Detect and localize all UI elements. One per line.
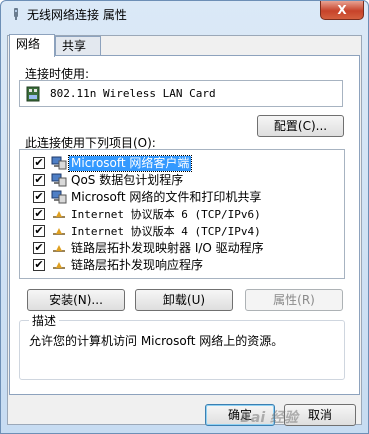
properties-window: 无线网络连接 属性 X 网络 共享 连接时使用: 802.11n Wireles… — [0, 0, 369, 434]
description-title: 描述 — [29, 312, 60, 329]
qos-scheduler-icon — [51, 173, 67, 187]
item-checkbox[interactable]: ✔ — [33, 242, 45, 254]
list-item[interactable]: ✔ Microsoft 网络的文件和打印机共享 — [20, 189, 344, 206]
description-group — [19, 320, 345, 380]
description-text: 允许您的计算机访问 Microsoft 网络上的资源。 — [29, 334, 284, 348]
item-checkbox[interactable]: ✔ — [33, 191, 45, 203]
close-button[interactable]: X — [320, 1, 364, 20]
item-checkbox[interactable]: ✔ — [33, 225, 45, 237]
item-label: Internet 协议版本 6 (TCP/IPv6) — [71, 208, 261, 221]
item-label: Internet 协议版本 4 (TCP/IPv4) — [71, 225, 261, 238]
item-label: Microsoft 网络的文件和打印机共享 — [71, 190, 262, 204]
tab-sharing[interactable]: 共享 — [55, 36, 101, 56]
adapter-icon — [26, 86, 40, 102]
title-bar[interactable]: 无线网络连接 属性 X — [1, 1, 368, 27]
adapter-name: 802.11n Wireless LAN Card — [50, 87, 216, 100]
list-item[interactable]: ✔ Internet 协议版本 4 (TCP/IPv4) — [20, 223, 344, 240]
item-label: Microsoft 网络客户端 — [67, 155, 193, 172]
install-button[interactable]: 安装(N)... — [27, 289, 125, 311]
properties-button[interactable]: 属性(R) — [245, 289, 343, 311]
protocol-icon — [53, 262, 65, 269]
item-label: QoS 数据包计划程序 — [71, 173, 184, 187]
item-checkbox[interactable]: ✔ — [33, 157, 45, 169]
item-label: 链路层拓扑发现映射器 I/O 驱动程序 — [71, 241, 264, 255]
adapter-field: 802.11n Wireless LAN Card — [19, 80, 343, 107]
uninstall-button[interactable]: 卸载(U) — [135, 289, 233, 311]
protocol-icon — [53, 228, 65, 235]
list-item[interactable]: ✔ Microsoft 网络客户端 — [20, 155, 344, 172]
item-checkbox[interactable]: ✔ — [33, 259, 45, 271]
watermark: Bai 经验 — [240, 410, 298, 426]
list-item[interactable]: ✔ 链路层拓扑发现响应程序 — [20, 257, 344, 274]
item-checkbox[interactable]: ✔ — [33, 208, 45, 220]
list-item[interactable]: ✔ 链路层拓扑发现映射器 I/O 驱动程序 — [20, 240, 344, 257]
list-item[interactable]: ✔ Internet 协议版本 6 (TCP/IPv6) — [20, 206, 344, 223]
file-printer-sharing-icon — [51, 190, 67, 204]
network-client-icon — [51, 156, 67, 170]
network-connection-icon — [14, 8, 18, 20]
items-list[interactable]: ✔ Microsoft 网络客户端 ✔ QoS 数据包计划程序 ✔ Micros… — [19, 149, 345, 279]
protocol-icon — [53, 245, 65, 252]
protocol-icon — [53, 211, 65, 218]
item-checkbox[interactable]: ✔ — [33, 174, 45, 186]
configure-button[interactable]: 配置(C)... — [257, 115, 344, 137]
list-item[interactable]: ✔ QoS 数据包计划程序 — [20, 172, 344, 189]
window-title: 无线网络连接 属性 — [27, 8, 127, 22]
tab-network[interactable]: 网络 — [9, 34, 55, 57]
item-label: 链路层拓扑发现响应程序 — [71, 258, 204, 272]
